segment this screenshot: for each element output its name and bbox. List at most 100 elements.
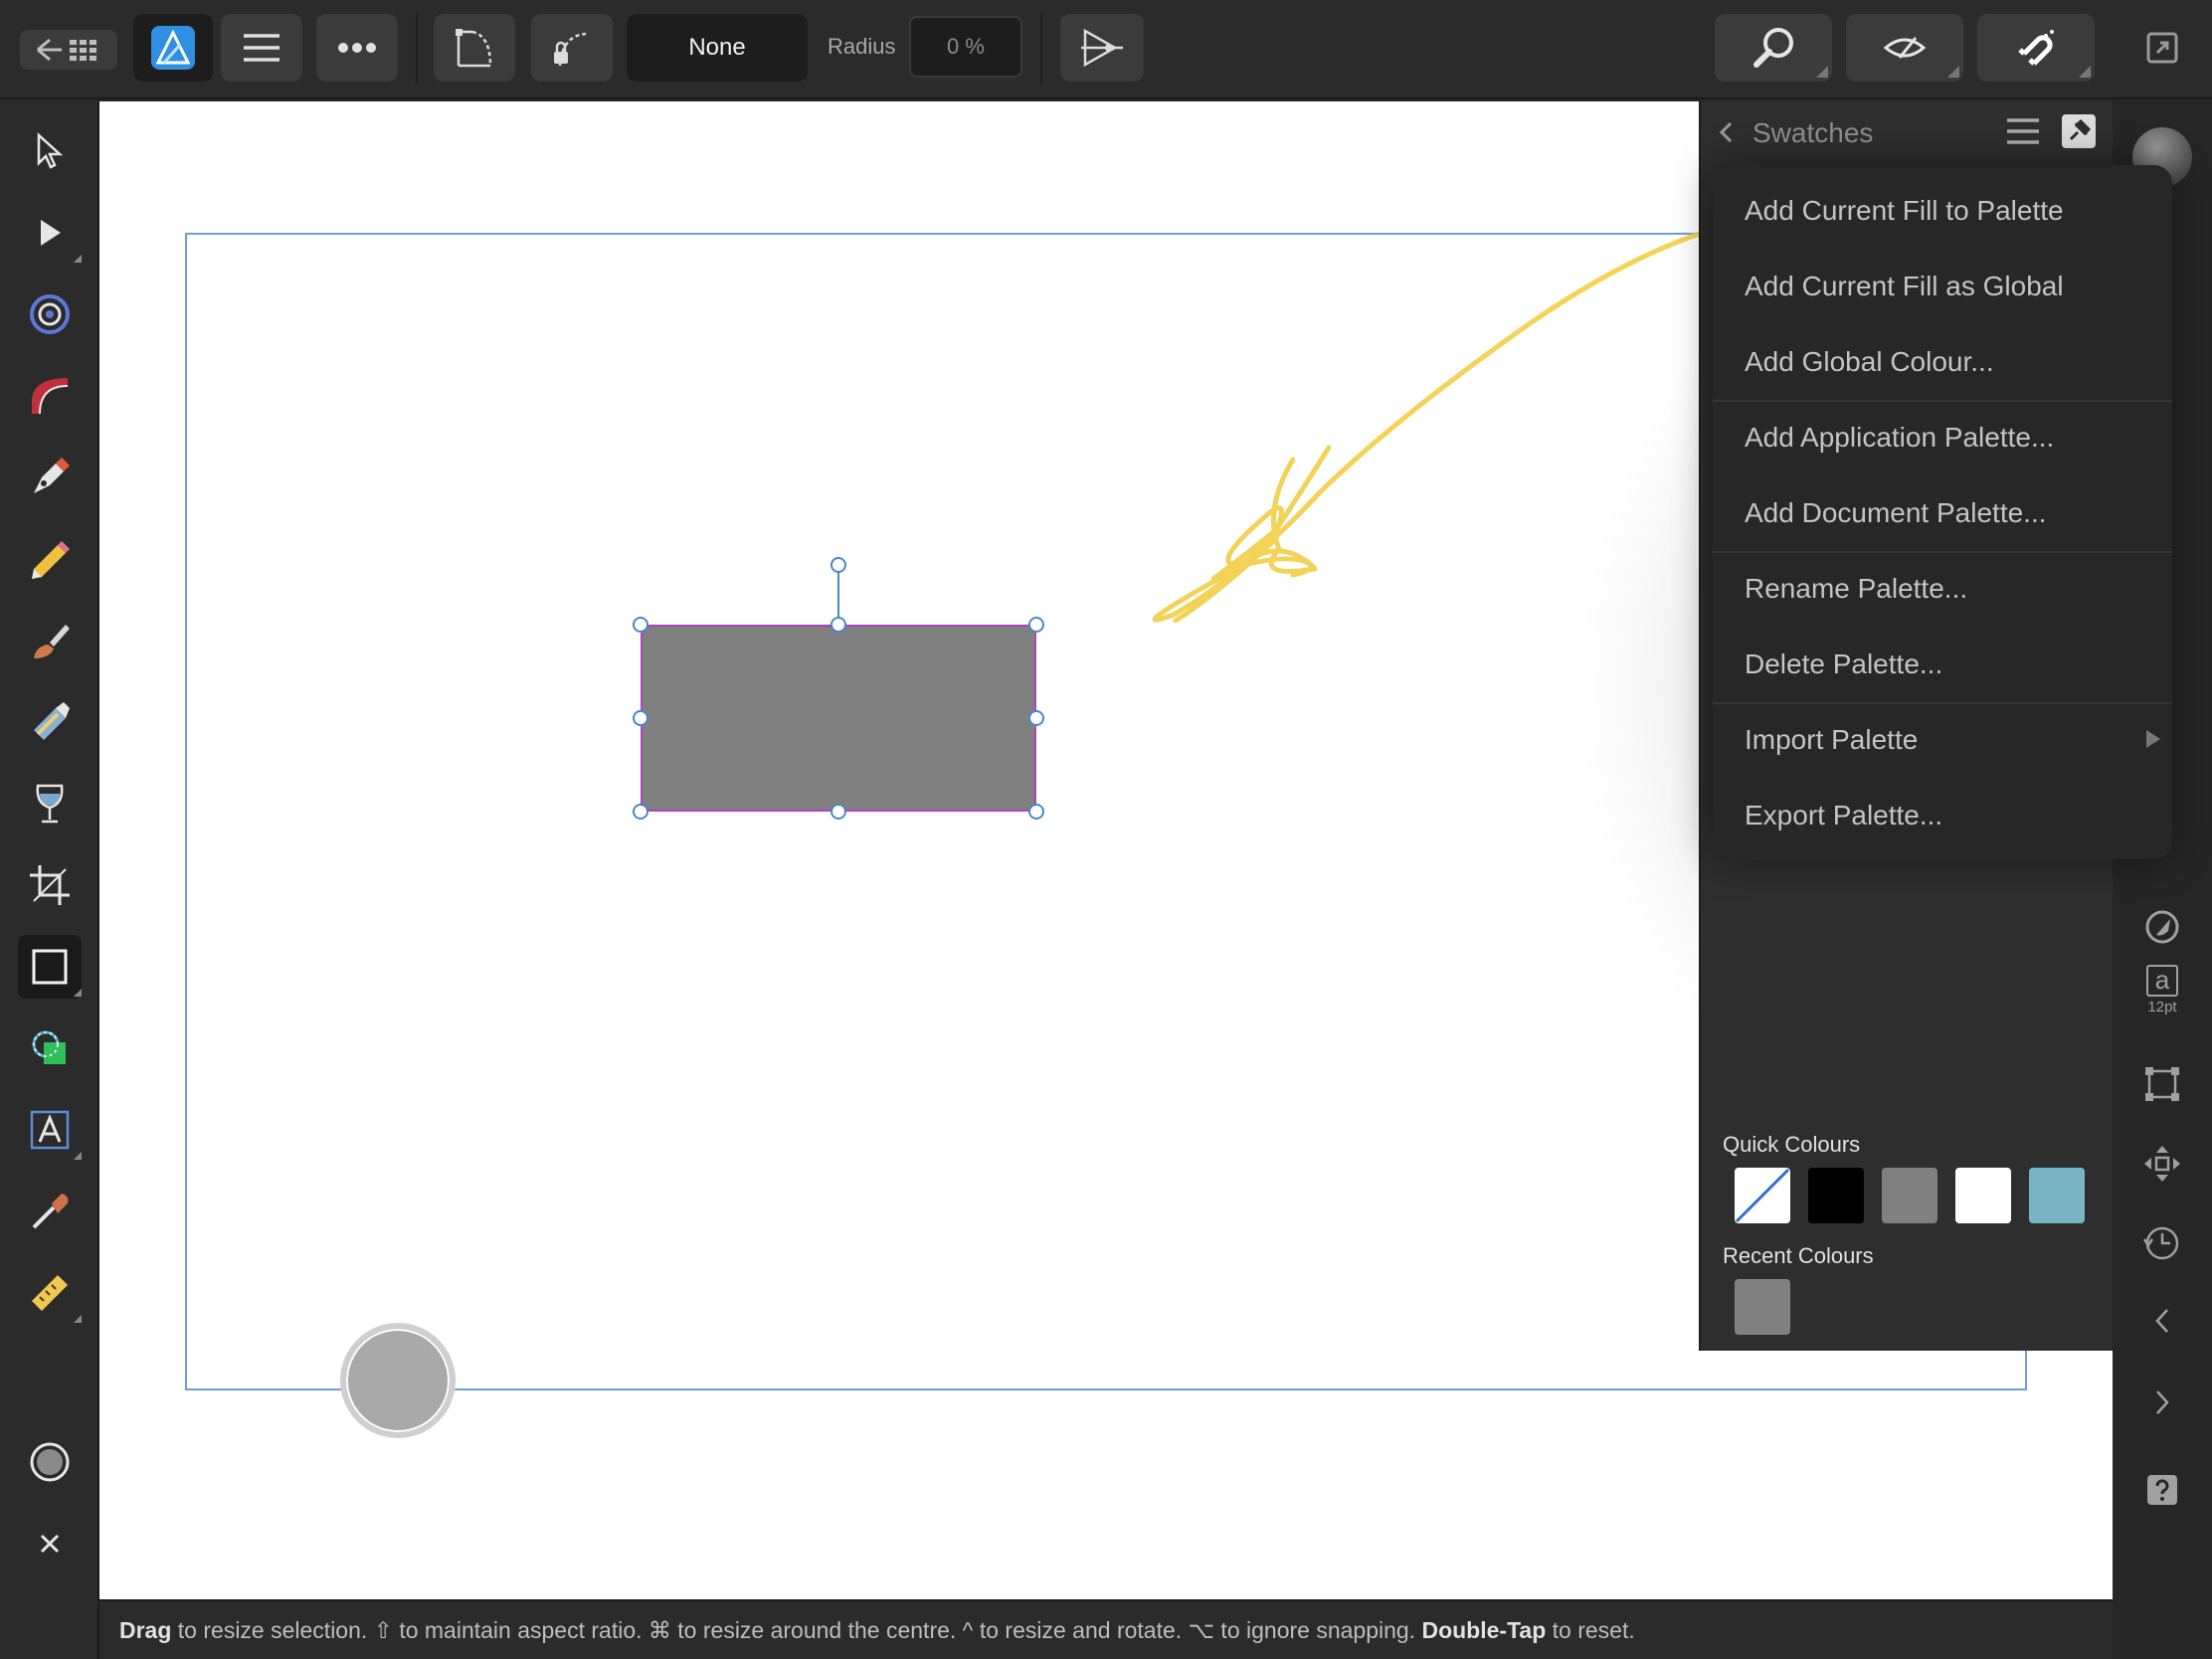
convert-curves-icon <box>456 29 492 68</box>
pen-tool[interactable] <box>18 446 82 509</box>
back-to-documents-button[interactable] <box>20 30 117 70</box>
quick-colour-black[interactable] <box>1808 1168 1864 1223</box>
gradient-fill-icon <box>34 702 70 740</box>
fill-tool[interactable] <box>18 690 82 754</box>
help-icon <box>2147 1475 2177 1505</box>
zoom-button[interactable] <box>1715 14 1832 82</box>
next-studio-button[interactable] <box>2136 1377 2188 1428</box>
more-dots-icon <box>338 43 376 53</box>
view-mode-button[interactable] <box>1846 14 1963 82</box>
navigator-studio-button[interactable] <box>2136 1138 2188 1190</box>
rectangle-icon <box>32 949 68 985</box>
node-tool[interactable] <box>18 201 82 265</box>
vector-brush-tool[interactable] <box>18 609 82 672</box>
radius-input[interactable]: 0 % <box>909 16 1022 78</box>
colour-wheel-button[interactable] <box>18 1430 82 1494</box>
main-menu-button[interactable] <box>221 14 302 82</box>
tools-panel <box>0 101 99 1659</box>
submenu-arrow-icon <box>2146 730 2160 748</box>
target-icon <box>30 294 70 334</box>
crop-icon <box>30 865 70 905</box>
menu-add-global-colour[interactable]: Add Global Colour... <box>1713 324 2172 400</box>
snapping-button[interactable] <box>1977 14 2095 82</box>
transform-studio-button[interactable] <box>2136 1058 2188 1110</box>
pencil-tool[interactable] <box>18 527 82 591</box>
panel-menu-icon[interactable] <box>2005 115 2041 147</box>
shape-builder-icon <box>32 1030 66 1064</box>
previous-studio-button[interactable] <box>2136 1295 2188 1347</box>
transform-box-icon <box>2145 1067 2179 1101</box>
measure-tool[interactable] <box>18 1261 82 1325</box>
text-frame-icon <box>30 1110 70 1150</box>
help-button[interactable] <box>2136 1464 2188 1516</box>
rectangle-tool[interactable] <box>18 935 82 999</box>
convert-to-curves-button[interactable] <box>434 14 515 82</box>
transparency-tool[interactable] <box>18 772 82 835</box>
menu-delete-palette[interactable]: Delete Palette... <box>1713 627 2172 702</box>
ruler-icon <box>32 1275 68 1311</box>
arrow-pointer-icon <box>37 132 64 169</box>
status-double-tap-word: Double-Tap <box>1421 1616 1547 1643</box>
menu-import-palette[interactable]: Import Palette <box>1713 702 2172 778</box>
top-toolbar: None Radius 0 % <box>0 0 2212 99</box>
quick-colour-grey[interactable] <box>1882 1168 1937 1223</box>
shape-builder-tool[interactable] <box>18 1016 82 1080</box>
back-grid-icon <box>37 38 96 62</box>
history-clock-icon <box>2142 1226 2179 1260</box>
recent-colour-grey[interactable] <box>1735 1279 1790 1335</box>
menu-add-application-palette[interactable]: Add Application Palette... <box>1713 400 2172 475</box>
floating-modifier-button[interactable] <box>340 1323 456 1438</box>
brush-icon <box>34 625 70 658</box>
solid-pointer-icon <box>41 220 61 246</box>
status-text-main: to resize selection. ⇧ to maintain aspec… <box>171 1616 1422 1643</box>
pen-nib-icon <box>34 458 70 493</box>
chevron-right-icon <box>2156 1390 2169 1414</box>
menu-add-current-fill-as-global[interactable]: Add Current Fill as Global <box>1713 249 2172 324</box>
contrast-circle-icon <box>2145 910 2179 944</box>
eyedropper-icon <box>32 1194 69 1229</box>
lock-curve-icon <box>554 32 587 67</box>
colour-circle-icon <box>30 1442 70 1482</box>
panel-title: Swatches <box>1752 117 1874 148</box>
appearance-studio-button[interactable] <box>2136 901 2188 953</box>
text-styles-studio-button[interactable]: a 12pt <box>2136 959 2188 1020</box>
more-options-button[interactable] <box>316 14 398 82</box>
pin-icon[interactable] <box>2061 113 2097 149</box>
magnifier-icon <box>1753 28 1793 68</box>
quick-colour-white[interactable] <box>1955 1168 2011 1223</box>
status-drag-word: Drag <box>119 1616 172 1643</box>
close-icon <box>40 1534 60 1554</box>
studio-toggle-button[interactable] <box>2120 14 2204 82</box>
text-glyph: a <box>2146 964 2178 997</box>
corner-tool[interactable] <box>18 364 82 428</box>
chevron-left-icon[interactable] <box>1717 119 1735 145</box>
quick-colours-label: Quick Colours <box>1723 1132 1861 1157</box>
artistic-text-tool[interactable] <box>18 1098 82 1162</box>
more-shape-options-button[interactable] <box>1060 14 1144 82</box>
eye-pen-icon <box>1883 37 1927 59</box>
expand-window-icon <box>2146 32 2178 64</box>
colour-picker-tool[interactable] <box>18 1180 82 1243</box>
palette-options-menu: Add Current Fill to Palette Add Current … <box>1713 165 2172 859</box>
magnet-icon <box>2018 30 2054 66</box>
recent-colours-label: Recent Colours <box>1723 1243 1874 1268</box>
menu-export-palette[interactable]: Export Palette... <box>1713 778 2172 853</box>
fill-style-dropdown[interactable]: None <box>627 14 808 82</box>
font-size-label: 12pt <box>2147 998 2177 1015</box>
menu-add-document-palette[interactable]: Add Document Palette... <box>1713 475 2172 551</box>
status-text-end: to reset. <box>1546 1616 1635 1643</box>
triangle-slider-icon <box>1081 28 1123 68</box>
corner-arc-icon <box>32 378 69 415</box>
menu-add-current-fill-to-palette[interactable]: Add Current Fill to Palette <box>1713 173 2172 249</box>
menu-rename-palette[interactable]: Rename Palette... <box>1713 551 2172 627</box>
crop-tool[interactable] <box>18 853 82 917</box>
lock-corners-button[interactable] <box>531 14 613 82</box>
close-tools-button[interactable] <box>18 1512 82 1575</box>
quick-colour-teal[interactable] <box>2029 1168 2085 1223</box>
pencil-icon <box>32 541 70 579</box>
history-studio-button[interactable] <box>2136 1217 2188 1269</box>
move-tool[interactable] <box>18 119 82 183</box>
quick-colour-none[interactable] <box>1735 1168 1790 1223</box>
point-transform-tool[interactable] <box>18 282 82 346</box>
designer-persona-button[interactable] <box>133 14 213 82</box>
